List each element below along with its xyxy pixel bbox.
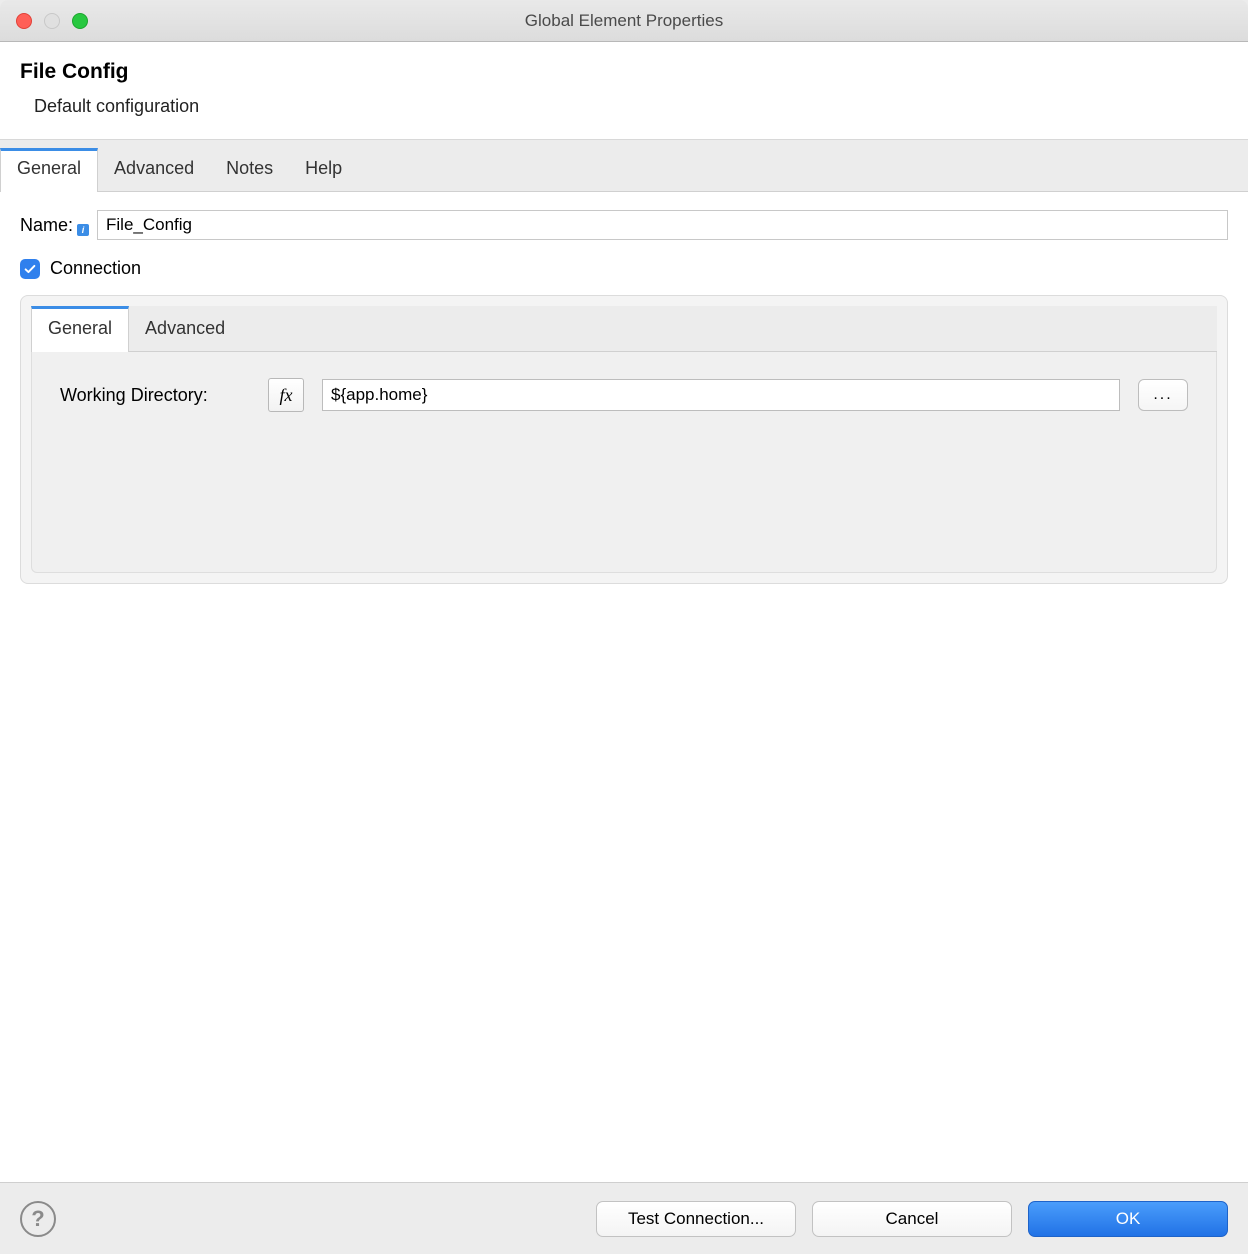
tab-advanced[interactable]: Advanced	[98, 148, 210, 191]
page-title: File Config	[20, 60, 1228, 84]
tab-notes[interactable]: Notes	[210, 148, 289, 191]
connection-checkbox-row: Connection	[20, 258, 1228, 279]
help-icon[interactable]: ?	[20, 1201, 56, 1237]
content-area: Name: i Connection General Advanced Work…	[0, 192, 1248, 1182]
footer: ? Test Connection... Cancel OK	[0, 1182, 1248, 1254]
checkmark-icon	[23, 262, 37, 276]
inner-tabbar: General Advanced	[31, 306, 1217, 352]
name-label: Name:	[20, 215, 73, 236]
fx-button[interactable]: fx	[268, 378, 304, 412]
window-title: Global Element Properties	[0, 11, 1248, 31]
info-icon: i	[77, 224, 89, 236]
connection-checkbox[interactable]	[20, 259, 40, 279]
working-directory-input[interactable]	[322, 379, 1120, 411]
connection-label: Connection	[50, 258, 141, 279]
inner-content: Working Directory: fx ...	[31, 352, 1217, 573]
name-row: Name: i	[20, 210, 1228, 240]
cancel-button[interactable]: Cancel	[812, 1201, 1012, 1237]
minimize-window-icon	[44, 13, 60, 29]
tab-help[interactable]: Help	[289, 148, 358, 191]
main-tabbar: General Advanced Notes Help	[0, 140, 1248, 192]
titlebar: Global Element Properties	[0, 0, 1248, 42]
inner-tab-general[interactable]: General	[31, 306, 129, 352]
browse-button[interactable]: ...	[1138, 379, 1188, 411]
traffic-lights	[0, 13, 88, 29]
test-connection-button[interactable]: Test Connection...	[596, 1201, 796, 1237]
working-directory-row: Working Directory: fx ...	[60, 378, 1188, 412]
maximize-window-icon[interactable]	[72, 13, 88, 29]
tab-general[interactable]: General	[0, 148, 98, 192]
page-subtitle: Default configuration	[34, 96, 1228, 117]
connection-panel: General Advanced Working Directory: fx .…	[20, 295, 1228, 584]
ok-button[interactable]: OK	[1028, 1201, 1228, 1237]
inner-tab-advanced[interactable]: Advanced	[129, 306, 241, 351]
working-directory-label: Working Directory:	[60, 385, 250, 406]
name-input[interactable]	[97, 210, 1228, 240]
header-area: File Config Default configuration	[0, 42, 1248, 140]
close-window-icon[interactable]	[16, 13, 32, 29]
dialog-window: Global Element Properties File Config De…	[0, 0, 1248, 1254]
